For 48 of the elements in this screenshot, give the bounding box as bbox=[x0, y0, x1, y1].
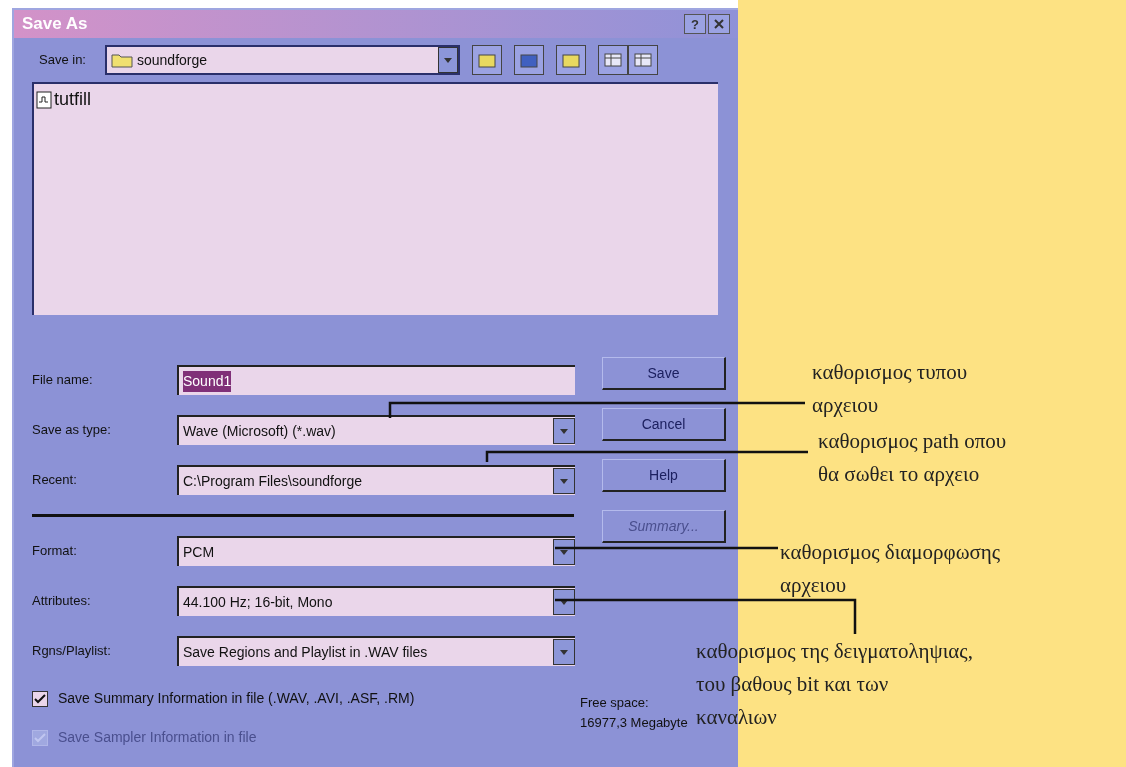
dropdown-field[interactable]: 44.100 Hz; 16-bit, Mono bbox=[177, 586, 575, 616]
dropdown-arrow-icon bbox=[444, 57, 452, 63]
field-label: Save as type: bbox=[32, 421, 112, 440]
dropdown-field[interactable]: PCM bbox=[177, 536, 575, 566]
dropdown-button[interactable] bbox=[553, 468, 575, 494]
close-icon bbox=[714, 19, 724, 29]
dropdown-arrow-icon bbox=[560, 428, 568, 434]
dropdown-field[interactable]: Save Regions and Playlist in .WAV files bbox=[177, 636, 575, 666]
folder-icon bbox=[111, 52, 133, 68]
checkbox-option[interactable]: Save Summary Information in file (.WAV, .AVI, .ASF, .RM) bbox=[32, 688, 415, 709]
details-view-icon bbox=[634, 53, 652, 67]
list-view-icon bbox=[604, 53, 622, 67]
dropdown-button[interactable] bbox=[553, 639, 575, 665]
checkmark-icon bbox=[34, 732, 46, 743]
window-title: Save As bbox=[22, 13, 88, 36]
dropdown-arrow-icon bbox=[560, 649, 568, 655]
dropdown-button[interactable] bbox=[438, 47, 458, 73]
dropdown-button[interactable] bbox=[553, 418, 575, 444]
view-button[interactable] bbox=[598, 45, 628, 75]
free-space-value: 16977,3 Megabyte bbox=[580, 713, 688, 732]
checkmark-icon bbox=[34, 693, 46, 704]
file-item[interactable]: tutfill bbox=[36, 86, 91, 113]
close-button[interactable] bbox=[708, 14, 730, 34]
field-label: Format: bbox=[32, 542, 78, 561]
dialog-button[interactable]: Cancel bbox=[602, 408, 726, 441]
dropdown-arrow-icon bbox=[560, 599, 568, 605]
dropdown-arrow-icon bbox=[560, 478, 568, 484]
field-label: File name: bbox=[32, 371, 94, 390]
dropdown-arrow-icon bbox=[560, 549, 568, 555]
dropdown-field[interactable]: C:\Program Files\soundforge bbox=[177, 465, 575, 495]
checkbox[interactable] bbox=[32, 690, 48, 707]
view-button[interactable] bbox=[628, 45, 658, 75]
sound-file-icon bbox=[36, 90, 52, 109]
dropdown-button[interactable] bbox=[553, 539, 575, 565]
annotation-text: καθορισμος path οπου θα σωθει το αρχειο bbox=[818, 428, 1007, 488]
save-in-label: Save in: bbox=[39, 51, 87, 70]
field-label: Rgns/Playlist: bbox=[32, 642, 112, 661]
field-label: Recent: bbox=[32, 471, 78, 490]
free-space-label: Free space: bbox=[580, 694, 649, 712]
annotation-text: καθορισμος διαμορφωσης αρχειου bbox=[780, 539, 1001, 599]
field-label: Attributes: bbox=[32, 592, 92, 611]
help-button[interactable]: ? bbox=[684, 14, 706, 34]
dropdown-field[interactable]: Wave (Microsoft) (*.wav) bbox=[177, 415, 575, 445]
input-field[interactable]: Sound1 bbox=[177, 365, 575, 395]
dialog-button[interactable]: Help bbox=[602, 459, 726, 492]
folder-dropdown[interactable]: soundforge bbox=[105, 45, 460, 75]
dialog-button[interactable]: Save bbox=[602, 357, 726, 390]
dropdown-button[interactable] bbox=[553, 589, 575, 615]
